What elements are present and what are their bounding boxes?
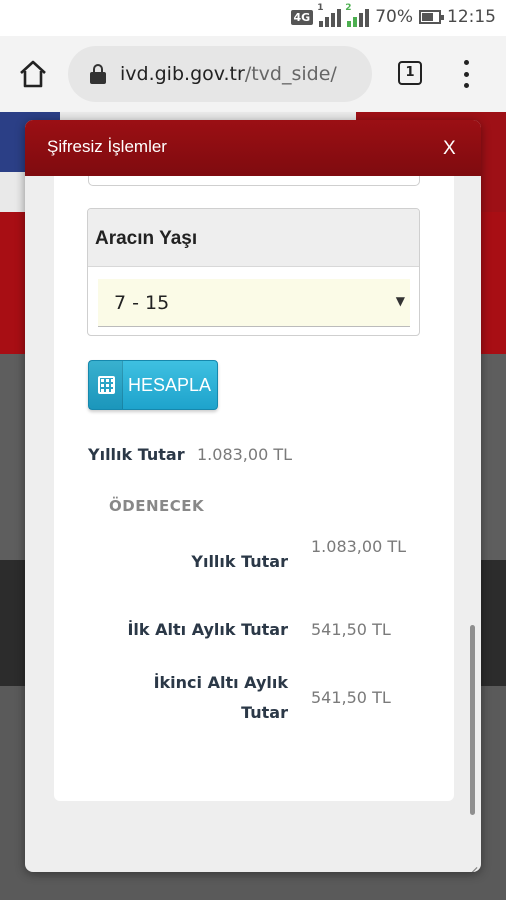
lock-icon bbox=[90, 64, 106, 84]
dropdown-caret-icon: ▼ bbox=[395, 294, 405, 308]
status-bar: 4G 1 2 70% 12:15 bbox=[0, 0, 506, 36]
browser-toolbar: ivd.gib.gov.tr/tvd_side/ 1 bbox=[0, 36, 506, 112]
url-text: ivd.gib.gov.tr/tvd_side/ bbox=[120, 63, 337, 85]
dialog-scrollbar[interactable] bbox=[470, 625, 475, 815]
network-type-badge: 4G bbox=[290, 9, 314, 25]
payable-row-value: 1.083,00 TL bbox=[311, 537, 407, 556]
sifresiz-islemler-dialog: Şifresiz İşlemler X Aracın Yaşı 7 - 15 ▼… bbox=[25, 120, 481, 872]
vehicle-age-selected-value: 7 - 15 bbox=[114, 292, 170, 314]
dialog-header: Şifresiz İşlemler X bbox=[25, 120, 481, 176]
url-domain: ivd.gib.gov.tr bbox=[120, 63, 245, 85]
dialog-title: Şifresiz İşlemler bbox=[47, 137, 167, 156]
url-path: /tvd_side/ bbox=[244, 63, 337, 85]
calculator-icon bbox=[89, 361, 123, 409]
vehicle-age-select[interactable]: 7 - 15 ▼ bbox=[98, 279, 410, 327]
result-value: 1.083,00 TL bbox=[197, 445, 293, 464]
payable-row-label: İkinci Altı Aylık Tutar bbox=[153, 673, 288, 722]
resize-grip-icon[interactable] bbox=[461, 852, 478, 872]
tab-switcher-button[interactable]: 1 bbox=[398, 61, 422, 85]
home-icon bbox=[20, 60, 46, 88]
payable-section-title: ÖDENECEK bbox=[109, 497, 205, 515]
status-icons: 4G 1 2 70% 12:15 bbox=[290, 3, 496, 27]
battery-percent: 70% bbox=[375, 7, 413, 27]
signal-sim2-icon: 2 bbox=[345, 3, 370, 27]
clock: 12:15 bbox=[447, 7, 496, 27]
browser-menu-button[interactable] bbox=[462, 60, 470, 88]
payable-row-value: 541,50 TL bbox=[311, 620, 391, 639]
calculate-button[interactable]: HESAPLA bbox=[88, 360, 218, 410]
battery-fill bbox=[422, 13, 433, 21]
signal-sim1-icon: 1 bbox=[317, 3, 342, 27]
address-bar[interactable]: ivd.gib.gov.tr/tvd_side/ bbox=[68, 46, 372, 102]
menu-dot-icon bbox=[463, 71, 469, 77]
payable-row-label: Yıllık Tutar bbox=[191, 552, 288, 571]
vehicle-age-label: Aracın Yaşı bbox=[95, 228, 198, 249]
previous-field-box bbox=[88, 176, 420, 186]
calculate-button-label: HESAPLA bbox=[128, 375, 212, 395]
vehicle-age-label-row: Aracın Yaşı bbox=[88, 209, 419, 267]
dialog-content: Aracın Yaşı 7 - 15 ▼ HESAPLA Yıllık Tuta… bbox=[54, 176, 454, 801]
home-button[interactable] bbox=[17, 58, 49, 90]
sim2-label: 2 bbox=[345, 3, 352, 13]
close-button[interactable]: X bbox=[443, 138, 463, 160]
menu-dot-icon bbox=[463, 83, 469, 88]
payable-row-label: İlk Altı Aylık Tutar bbox=[127, 620, 288, 639]
menu-dot-icon bbox=[463, 60, 469, 65]
payable-row-value: 541,50 TL bbox=[311, 688, 391, 707]
vehicle-age-field: Aracın Yaşı 7 - 15 ▼ bbox=[87, 208, 420, 336]
sim1-label: 1 bbox=[317, 3, 324, 13]
result-label: Yıllık Tutar bbox=[88, 445, 185, 464]
battery-icon bbox=[419, 10, 444, 24]
